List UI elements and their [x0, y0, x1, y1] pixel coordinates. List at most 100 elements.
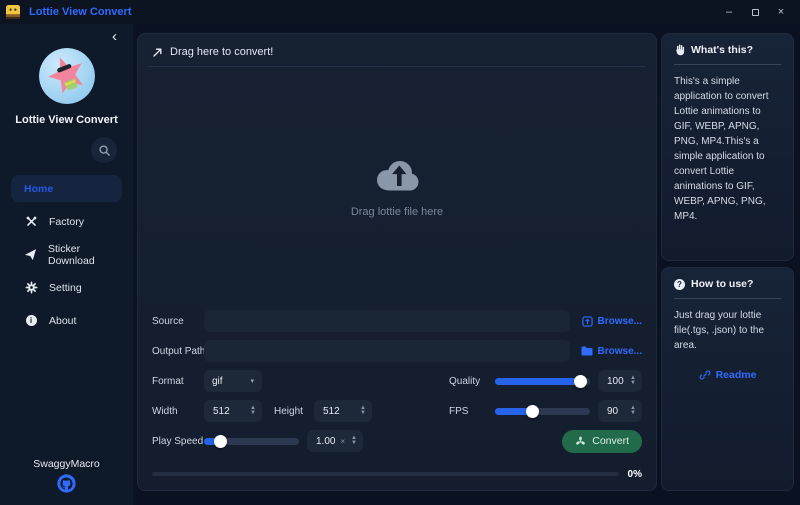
- sidebar-item-label: Home: [24, 183, 53, 195]
- hand-icon: [674, 44, 685, 56]
- progress-bar: [152, 472, 619, 476]
- play-speed-value: 1.00: [316, 436, 340, 447]
- info-icon: i: [24, 315, 38, 326]
- sidebar-item-label: Setting: [49, 282, 82, 294]
- format-label: Format: [152, 376, 204, 387]
- sidebar-item-sticker-download[interactable]: Sticker Download: [11, 241, 122, 268]
- titlebar: Lottie View Convert – ×: [0, 0, 800, 24]
- app-icon: [6, 5, 20, 19]
- how-to-use-body: Just drag your lottie file(.tgs, .json) …: [674, 308, 781, 353]
- cloud-upload-icon: [371, 158, 423, 194]
- height-stepper[interactable]: 512 ▲▼: [314, 400, 372, 422]
- question-icon: ?: [674, 279, 685, 290]
- gear-icon: [24, 281, 38, 294]
- source-input[interactable]: [204, 310, 570, 332]
- stepper-down-icon[interactable]: ▼: [351, 441, 357, 446]
- source-label: Source: [152, 316, 204, 327]
- collapse-sidebar-button[interactable]: ‹: [112, 30, 117, 44]
- panel-header: Drag here to convert!: [152, 42, 642, 62]
- github-icon: [57, 474, 76, 493]
- window-controls: – ×: [716, 2, 794, 22]
- divider: [674, 298, 781, 299]
- output-path-label: Output Path: [152, 346, 204, 357]
- how-to-use-title: How to use?: [691, 278, 753, 290]
- readme-link[interactable]: Readme: [674, 369, 781, 381]
- whats-this-card: What's this? This's a simple application…: [661, 33, 794, 261]
- slider-thumb[interactable]: [214, 435, 227, 448]
- fps-label: FPS: [449, 406, 495, 417]
- readme-label: Readme: [716, 369, 757, 381]
- output-path-input[interactable]: [204, 340, 570, 362]
- convert-form: Source Browse... Output Path Browse... F…: [152, 309, 642, 480]
- sidebar-app-name: Lottie View Convert: [15, 114, 117, 126]
- maximize-button[interactable]: [742, 2, 768, 22]
- progress-row: 0%: [152, 468, 642, 480]
- convert-label: Convert: [592, 435, 629, 447]
- folder-icon: [581, 346, 593, 356]
- play-speed-stepper[interactable]: 1.00 × ▲▼: [307, 430, 363, 452]
- play-speed-label: Play Speed: [152, 436, 204, 447]
- fan-icon: [575, 436, 586, 447]
- github-link[interactable]: [57, 474, 76, 493]
- convert-panel: Drag here to convert! Drag lottie file h…: [137, 33, 657, 491]
- whats-this-title: What's this?: [691, 44, 753, 56]
- close-button[interactable]: ×: [768, 2, 794, 22]
- stepper-down-icon[interactable]: ▼: [360, 411, 366, 416]
- browse-output-button[interactable]: Browse...: [570, 346, 642, 357]
- width-label: Width: [152, 406, 204, 417]
- quality-stepper[interactable]: 100 ▲▼: [598, 370, 642, 392]
- width-stepper[interactable]: 512 ▲▼: [204, 400, 262, 422]
- progress-percent: 0%: [628, 469, 642, 480]
- close-icon: ×: [778, 6, 784, 18]
- divider: [674, 64, 781, 65]
- how-to-use-card: ? How to use? Just drag your lottie file…: [661, 267, 794, 491]
- dropzone[interactable]: Drag lottie file here: [152, 67, 642, 309]
- sidebar-item-setting[interactable]: Setting: [11, 274, 122, 301]
- height-label: Height: [274, 406, 314, 417]
- browse-label: Browse...: [598, 316, 642, 327]
- format-select[interactable]: gif ▾: [204, 370, 262, 392]
- slider-thumb[interactable]: [574, 375, 587, 388]
- search-icon: [98, 144, 111, 157]
- chevron-left-icon: ‹: [112, 28, 117, 45]
- minimize-icon: –: [726, 6, 732, 18]
- maximize-icon: [752, 9, 759, 16]
- drag-arrow-icon: [152, 47, 163, 58]
- quality-slider[interactable]: [495, 375, 590, 388]
- sidebar-item-label: Sticker Download: [48, 243, 109, 267]
- multiply-icon: ×: [340, 437, 345, 446]
- panel-title: Drag here to convert!: [170, 46, 273, 58]
- format-value: gif: [212, 376, 223, 387]
- window-title: Lottie View Convert: [29, 6, 131, 18]
- width-value: 512: [213, 406, 247, 417]
- play-speed-slider[interactable]: [204, 435, 299, 448]
- link-icon: [699, 369, 711, 381]
- convert-button[interactable]: Convert: [562, 430, 642, 453]
- browse-label: Browse...: [598, 346, 642, 357]
- dropzone-hint: Drag lottie file here: [351, 206, 443, 218]
- sidebar-item-about[interactable]: i About: [11, 307, 122, 334]
- height-value: 512: [323, 406, 357, 417]
- whats-this-body: This's a simple application to convert L…: [674, 74, 781, 224]
- quality-value: 100: [607, 376, 627, 387]
- fps-slider[interactable]: [495, 405, 590, 418]
- sidebar-item-label: About: [49, 315, 76, 327]
- file-upload-icon: [582, 316, 593, 327]
- sidebar-nav: Home Factory Sticker Download Setting i …: [0, 175, 133, 334]
- stepper-down-icon[interactable]: ▼: [630, 381, 636, 386]
- slider-thumb[interactable]: [526, 405, 539, 418]
- stepper-down-icon[interactable]: ▼: [630, 411, 636, 416]
- sidebar: ‹ Lottie View Convert Home Factory: [0, 24, 133, 505]
- stepper-down-icon[interactable]: ▼: [250, 411, 256, 416]
- sidebar-item-home[interactable]: Home: [11, 175, 122, 202]
- quality-label: Quality: [449, 376, 495, 387]
- minimize-button[interactable]: –: [716, 2, 742, 22]
- fps-stepper[interactable]: 90 ▲▼: [598, 400, 642, 422]
- search-button[interactable]: [91, 137, 117, 163]
- tools-icon: [24, 215, 38, 228]
- sidebar-item-label: Factory: [49, 216, 84, 228]
- browse-source-button[interactable]: Browse...: [570, 316, 642, 327]
- sidebar-footer: SwaggyMacro: [33, 458, 100, 493]
- fps-value: 90: [607, 406, 627, 417]
- sidebar-item-factory[interactable]: Factory: [11, 208, 122, 235]
